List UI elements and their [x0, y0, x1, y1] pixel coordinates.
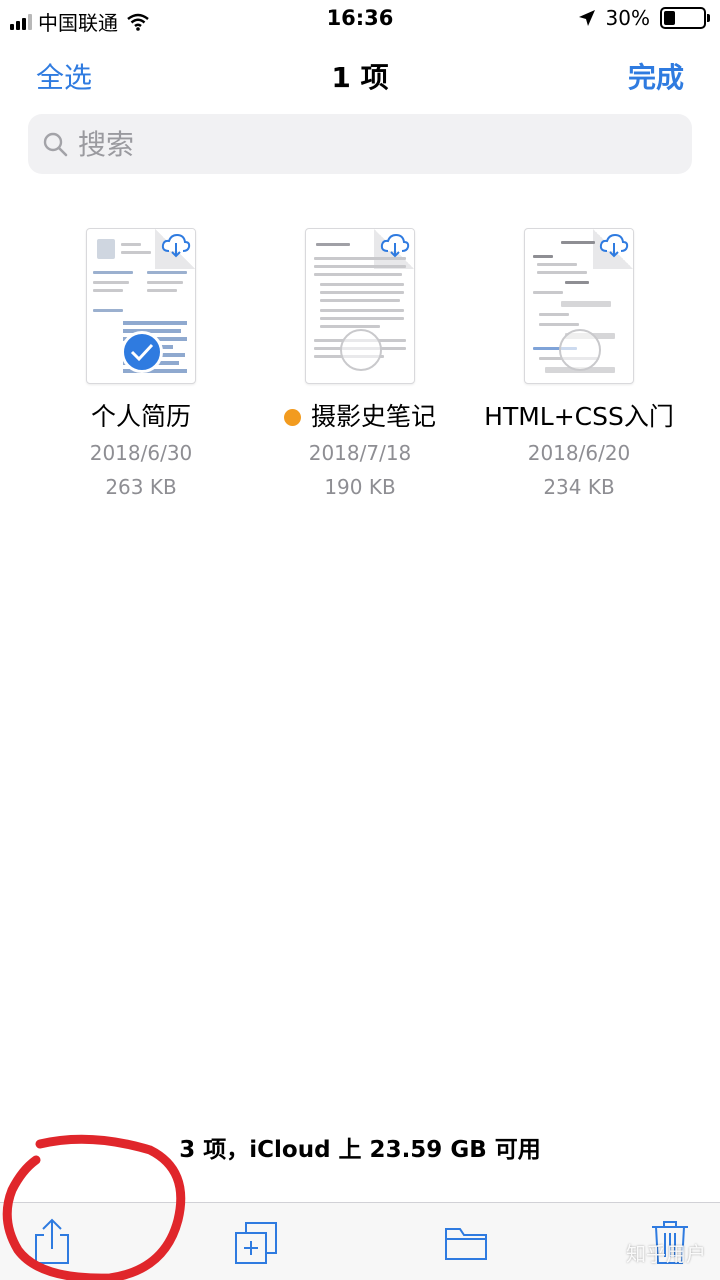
share-icon — [35, 1218, 69, 1264]
location-arrow-icon — [578, 10, 595, 26]
file-date: 2018/6/30 — [89, 441, 193, 465]
watermark: 知乎用户 — [626, 1242, 706, 1266]
duplicate-icon — [235, 1222, 277, 1264]
file-thumbnail[interactable] — [305, 228, 415, 384]
status-right: 30% — [578, 6, 710, 30]
battery-fill — [664, 11, 676, 25]
bottom-toolbar — [0, 1202, 720, 1280]
file-date: 2018/7/18 — [308, 441, 412, 465]
done-button[interactable]: 完成 — [628, 56, 684, 96]
battery-percent: 30% — [605, 6, 650, 30]
page-title: 1 项 — [331, 61, 389, 94]
file-item[interactable]: HTML+CSS入门 2018/6/20 234 KB — [464, 228, 694, 504]
battery-icon — [660, 7, 710, 29]
search-input[interactable] — [78, 127, 638, 161]
move-folder-icon — [445, 1228, 487, 1260]
cloud-download-icon[interactable] — [380, 233, 410, 259]
file-name: HTML+CSS入门 — [484, 402, 674, 431]
navigation-bar: 全选 1 项 完成 — [0, 48, 720, 100]
file-size: 263 KB — [105, 475, 177, 499]
share-button[interactable] — [28, 1217, 76, 1267]
file-thumbnail[interactable] — [524, 228, 634, 384]
file-item[interactable]: 个人简历 2018/6/30 263 KB — [26, 228, 256, 504]
selected-checkmark-icon[interactable] — [121, 331, 163, 373]
file-thumbnail[interactable] — [86, 228, 196, 384]
storage-summary: 3 项，iCloud 上 23.59 GB 可用 — [179, 1137, 541, 1163]
file-size: 190 KB — [324, 475, 396, 499]
file-date: 2018/6/20 — [527, 441, 631, 465]
search-icon — [43, 132, 68, 157]
search-bar[interactable] — [28, 114, 692, 174]
file-name: 摄影史笔记 — [245, 398, 475, 436]
status-bar: 中国联通 16:36 30% — [0, 0, 720, 38]
loading-indicator-icon — [559, 329, 601, 371]
file-item[interactable]: 摄影史笔记 2018/7/18 190 KB — [245, 228, 475, 504]
orange-tag-icon — [283, 408, 301, 426]
loading-indicator-icon — [340, 329, 382, 371]
cloud-download-icon[interactable] — [599, 233, 629, 259]
cloud-download-icon[interactable] — [161, 233, 191, 259]
duplicate-button[interactable] — [232, 1217, 280, 1267]
resume-photo — [97, 239, 115, 259]
file-name: 个人简历 — [90, 402, 191, 431]
file-size: 234 KB — [543, 475, 615, 499]
move-button[interactable] — [442, 1217, 490, 1267]
